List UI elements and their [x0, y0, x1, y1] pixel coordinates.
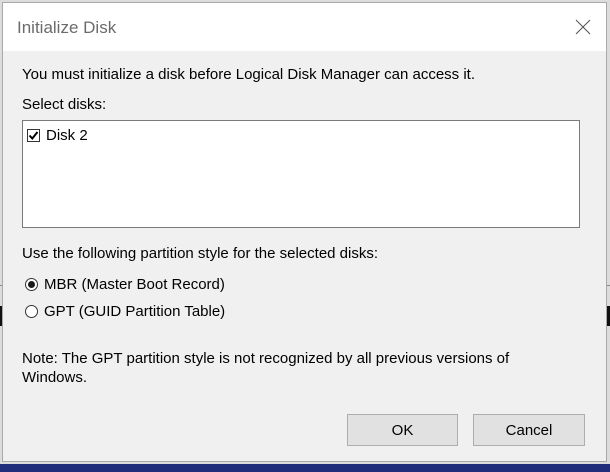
- mbr-radio[interactable]: [25, 278, 38, 291]
- gpt-label: GPT (GUID Partition Table): [44, 303, 226, 320]
- select-disks-label: Select disks:: [22, 96, 107, 113]
- disk-label: Disk 2: [46, 127, 88, 144]
- intro-text: You must initialize a disk before Logica…: [22, 66, 476, 83]
- mbr-option[interactable]: MBR (Master Boot Record): [25, 276, 225, 293]
- gpt-note: Note: The GPT partition style is not rec…: [22, 350, 510, 386]
- mbr-label: MBR (Master Boot Record): [44, 276, 225, 293]
- dialog-title: Initialize Disk: [17, 18, 117, 37]
- taskbar: [0, 464, 610, 472]
- gpt-option[interactable]: GPT (GUID Partition Table): [25, 303, 225, 320]
- disk-checkbox[interactable]: [27, 129, 40, 142]
- checkmark-icon: [28, 131, 39, 141]
- cancel-button[interactable]: Cancel: [473, 414, 585, 446]
- ok-button[interactable]: OK: [347, 414, 458, 446]
- partition-style-label: Use the following partition style for th…: [22, 245, 379, 262]
- list-item[interactable]: Disk 2: [27, 127, 88, 144]
- title-bar: Initialize Disk: [3, 3, 606, 51]
- initialize-disk-dialog: Initialize Disk You must initialize a di…: [2, 2, 607, 462]
- disk-list[interactable]: Disk 2: [22, 120, 580, 228]
- gpt-radio[interactable]: [25, 305, 38, 318]
- close-icon: [575, 19, 591, 35]
- close-button[interactable]: [566, 11, 600, 43]
